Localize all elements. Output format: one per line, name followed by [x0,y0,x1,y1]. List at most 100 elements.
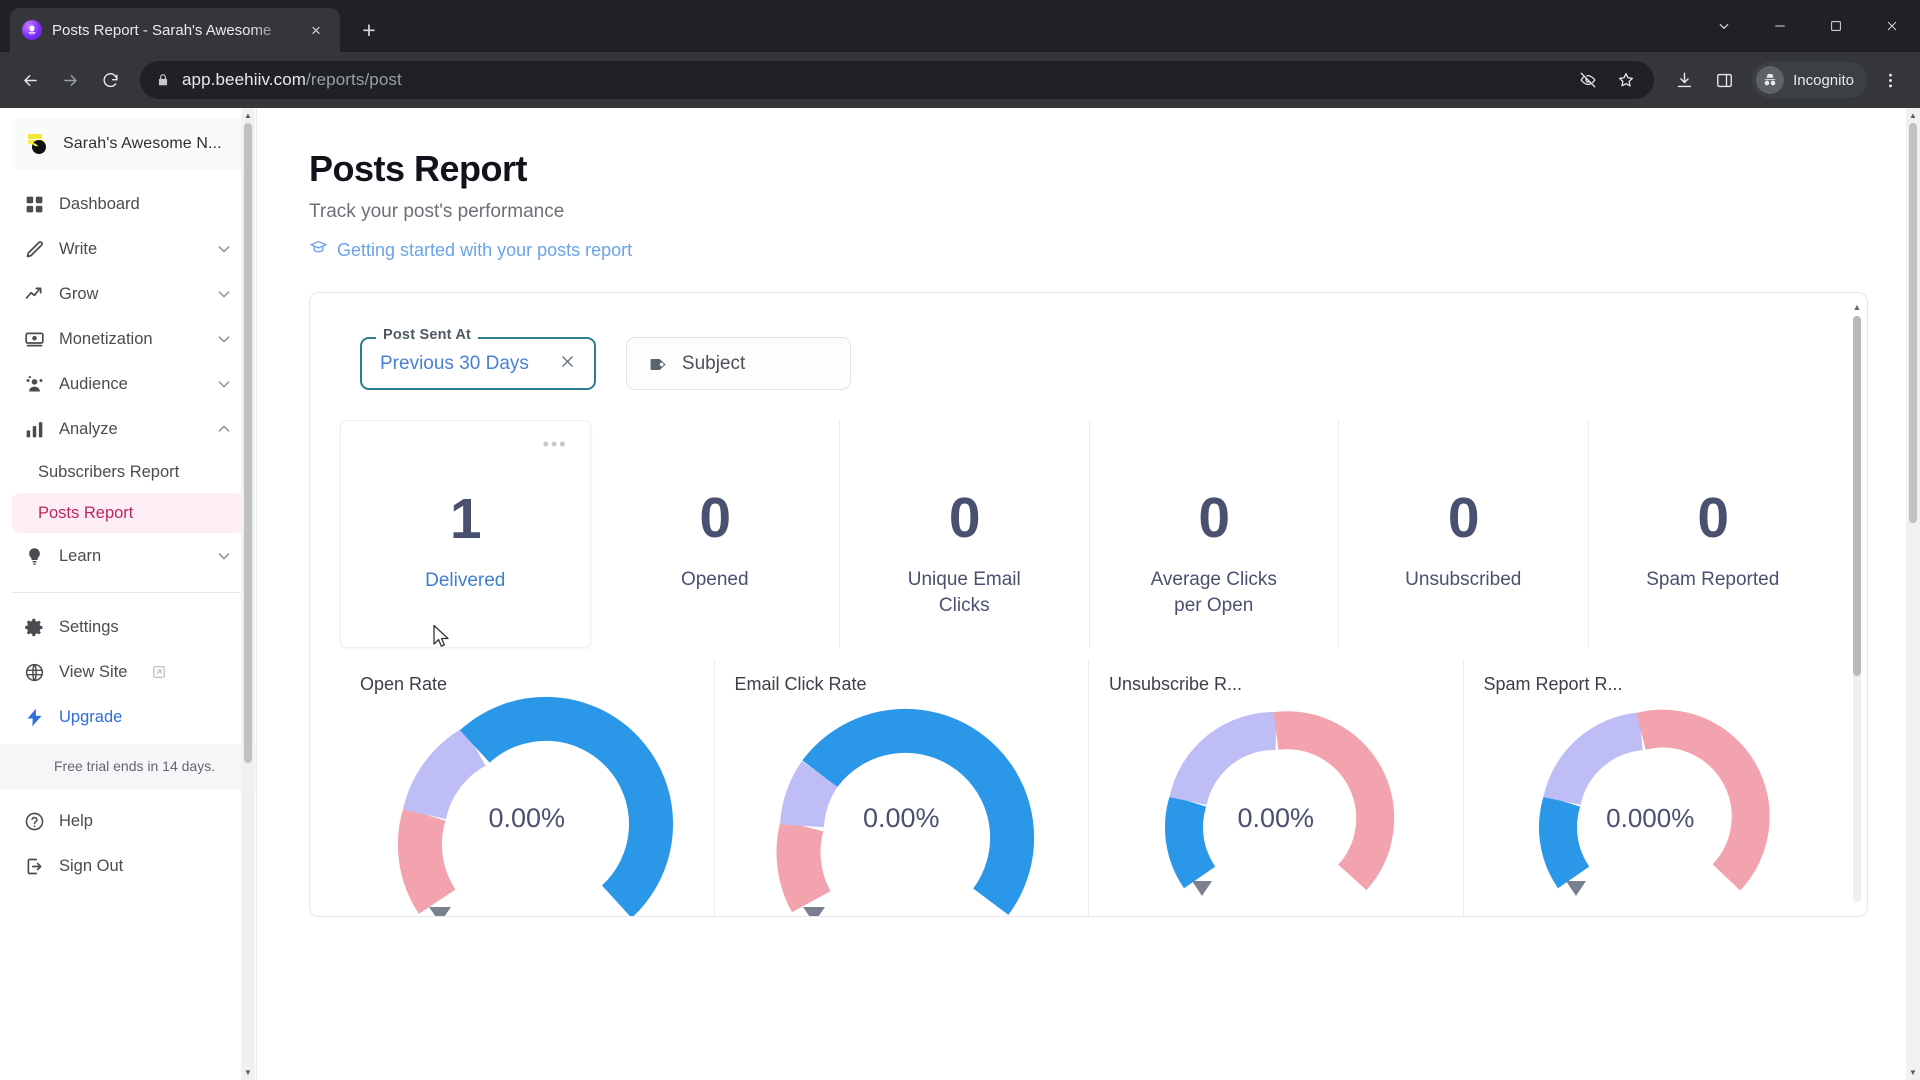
metric-label: Average Clicks per Open [1150,569,1277,616]
sign-out-icon [24,856,45,877]
gauge-value: 0.00% [862,803,940,834]
scroll-down-arrow-icon[interactable]: ▼ [244,1065,252,1080]
metric-menu-icon[interactable]: ••• [543,435,568,453]
browser-window: Posts Report - Sarah's Awesome × + app.b… [0,0,1920,1080]
incognito-avatar-icon [1756,66,1785,94]
sidebar-item-upgrade[interactable]: Upgrade [12,695,244,739]
incognito-label: Incognito [1793,71,1854,89]
post-sent-at-filter[interactable]: Post Sent At Previous 30 Days [360,327,596,390]
sidebar-item-view-site[interactable]: View Site [12,650,244,694]
sidebar-bottom-nav: Help Sign Out [0,790,256,890]
sidebar-item-grow[interactable]: Grow [12,272,244,316]
page-scroll-up-icon[interactable]: ▲ [1909,108,1917,123]
side-panel-icon[interactable] [1706,62,1742,98]
sidebar-item-sign-out[interactable]: Sign Out [12,845,244,889]
chevron-down-icon [216,241,232,257]
tab-search-chevron-icon[interactable] [1696,0,1752,52]
trial-notice: Free trial ends in 14 days. [0,744,256,790]
gauge-card-spam-report-rate[interactable]: Spam Report R... 0.000% [1464,660,1838,916]
metric-label: Spam Reported [1646,569,1780,590]
grid-icon [24,194,45,215]
back-arrow-icon[interactable] [12,62,48,98]
beehiiv-favicon-icon [22,20,42,40]
sidebar-item-write[interactable]: Write [12,227,244,271]
gauge-charts-row: Open Rate 0.00% Email Click Rate 0.00% U… [310,648,1867,916]
metric-card-unsubscribed[interactable]: 0 Unsubscribed [1339,420,1589,649]
sidebar-item-monetization[interactable]: Monetization [12,317,244,361]
metric-card-spam-reported[interactable]: 0 Spam Reported [1589,420,1838,648]
sidebar-item-posts-report[interactable]: Posts Report [12,493,244,533]
gauge-title: Open Rate [360,674,448,695]
app-sidebar: Sarah's Awesome N... Dashboard Write Gro… [0,108,257,1080]
sidebar-item-subscribers-report[interactable]: Subscribers Report [12,452,244,492]
subject-filter[interactable]: Subject [625,337,851,390]
incognito-profile-button[interactable]: Incognito [1752,62,1868,98]
gauge-card-open-rate[interactable]: Open Rate 0.00% [340,660,715,916]
bar-chart-icon [24,419,45,440]
gauge-card-unsubscribe-rate[interactable]: Unsubscribe R... 0.00% [1089,660,1464,916]
sidebar-item-help[interactable]: Help [12,800,244,844]
gauge-unsubscribe-rate: 0.00% [1109,711,1443,899]
metric-cards-row: ••• 1 Delivered 0 Opened 0 Unique Email … [310,390,1867,649]
metric-card-opened[interactable]: 0 Opened [591,420,840,649]
url-domain: app.beehiiv.com [182,70,307,89]
gauge-card-email-click-rate[interactable]: Email Click Rate 0.00% [715,660,1089,916]
gauge-value: 0.00% [1237,803,1315,834]
metric-card-delivered[interactable]: ••• 1 Delivered [340,420,591,649]
metric-card-average-clicks-per-open[interactable]: 0 Average Clicks per Open [1090,420,1339,649]
sidebar-item-label: Write [59,239,98,258]
sidebar-item-audience[interactable]: Audience [12,362,244,406]
page-scroll-down-icon[interactable]: ▼ [1909,1065,1917,1080]
page-subtitle: Track your post's performance [309,201,565,222]
panel-scrollbar[interactable]: ▲ [1851,303,1863,906]
panel-scroll-track[interactable] [1853,316,1861,902]
sidebar-item-learn[interactable]: Learn [12,534,244,578]
sidebar-scroll-thumb[interactable] [244,123,252,763]
eye-off-icon[interactable] [1574,66,1602,94]
reload-icon[interactable] [92,62,128,98]
pencil-icon [24,239,45,260]
bolt-icon [24,707,45,728]
sidebar-item-settings[interactable]: Settings [12,605,244,649]
sidebar-scrollbar[interactable]: ▲ ▼ [241,108,255,1080]
minimize-button[interactable] [1752,0,1808,52]
new-tab-button[interactable]: + [352,13,386,47]
page-scroll-track[interactable] [1906,123,1920,1065]
close-window-button[interactable] [1864,0,1920,52]
maximize-button[interactable] [1808,0,1864,52]
chevron-down-icon [216,331,232,347]
panel-scroll-thumb[interactable] [1853,316,1861,676]
forward-arrow-icon[interactable] [52,62,88,98]
page-scroll-thumb[interactable] [1909,123,1917,523]
page-scrollbar[interactable]: ▲ ▼ [1906,108,1920,1080]
filter-chip[interactable]: Previous 30 Days [360,337,596,390]
gauge-needle [803,907,826,916]
metric-label: Opened [680,569,749,590]
sidebar-scroll-track[interactable] [241,123,255,1065]
download-icon[interactable] [1666,62,1702,98]
gauge-title: Email Click Rate [734,674,867,695]
metric-label: Unsubscribed [1405,569,1522,590]
sidebar-item-label: Analyze [59,419,118,438]
tab-close-icon[interactable]: × [304,18,328,42]
getting-started-label: Getting started with your posts report [337,239,633,260]
metric-card-unique-email-clicks[interactable]: 0 Unique Email Clicks [840,420,1090,649]
scroll-up-arrow-icon[interactable]: ▲ [244,108,252,123]
kebab-menu-icon[interactable] [1872,62,1908,98]
getting-started-link[interactable]: Getting started with your posts report [309,238,632,262]
panel-scroll-up-icon[interactable]: ▲ [1853,303,1862,312]
sidebar-item-label: Upgrade [59,707,123,726]
browser-tab[interactable]: Posts Report - Sarah's Awesome × [10,8,340,52]
gear-icon [24,617,45,638]
subject-filter-label: Subject [681,352,746,374]
sidebar-item-dashboard[interactable]: Dashboard [12,182,244,226]
star-icon[interactable] [1612,66,1640,94]
sidebar-item-analyze[interactable]: Analyze [12,407,244,451]
beehiiv-logo-icon [24,131,50,157]
gauge-value: 0.00% [488,803,566,834]
primary-nav: Dashboard Write Grow Monetization Audien… [0,182,256,740]
gauge-needle [428,907,451,916]
clear-filter-icon[interactable] [559,353,576,374]
workspace-switcher[interactable]: Sarah's Awesome N... [12,118,244,170]
address-bar[interactable]: app.beehiiv.com/reports/post [140,61,1655,99]
